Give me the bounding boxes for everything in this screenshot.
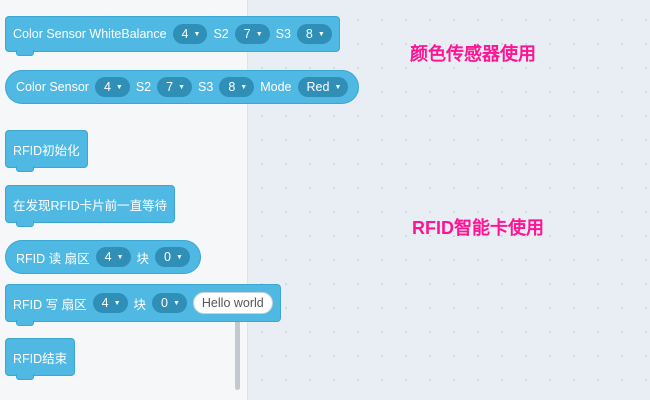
color-sensor-whitebalance-block[interactable]: Color Sensor WhiteBalance 4 ▼ S2 7 ▼ S3 8 ▼ — [5, 16, 340, 56]
rfid-write-block[interactable]: RFID 写 扇区 4 ▼ 块 0 ▼ Hello world — [5, 284, 281, 326]
pin-dropdown[interactable]: 4 ▼ — [172, 24, 208, 44]
block-label: 在发现RFID卡片前一直等待 — [13, 198, 168, 213]
sector-dropdown[interactable]: 4 ▼ — [95, 247, 131, 267]
s3-label: S3 — [198, 80, 214, 94]
pin-dropdown[interactable]: 4 ▼ — [94, 77, 130, 97]
caret-down-icon: ▼ — [116, 253, 124, 261]
block-label: RFID 读 扇区 — [16, 251, 90, 266]
s2-label: S2 — [135, 80, 152, 94]
mode-label: Mode — [260, 80, 292, 94]
write-text-input[interactable]: Hello world — [192, 292, 273, 314]
block-dropdown[interactable]: 0 ▼ — [155, 247, 190, 267]
rfid-end-block[interactable]: RFID结束 — [5, 338, 76, 380]
caret-down-icon: ▼ — [172, 299, 180, 307]
mode-dropdown[interactable]: Red ▼ — [297, 77, 349, 97]
caret-down-icon: ▼ — [178, 83, 186, 91]
caret-down-icon: ▼ — [113, 299, 121, 307]
block-label: RFID初始化 — [13, 143, 80, 158]
color-sensor-reporter-block[interactable]: Color Sensor 4 ▼ S2 7 ▼ S3 8 ▼ Mode Red ▼ — [5, 70, 360, 104]
caret-down-icon: ▼ — [255, 30, 263, 38]
s3-label: S3 — [275, 27, 291, 41]
block-label: Color Sensor — [16, 80, 89, 94]
annotation-color-sensor: 颜色传感器使用 — [410, 44, 536, 64]
caret-down-icon: ▼ — [317, 30, 325, 38]
block-label: RFID 写 扇区 — [13, 297, 87, 312]
rfid-read-block[interactable]: RFID 读 扇区 4 ▼ 块 0 ▼ — [5, 240, 201, 274]
block-index-label: 块 — [136, 251, 150, 266]
s3-dropdown[interactable]: 8 ▼ — [219, 77, 255, 97]
caret-down-icon: ▼ — [334, 83, 342, 91]
caret-down-icon: ▼ — [193, 30, 201, 38]
rfid-wait-card-block[interactable]: 在发现RFID卡片前一直等待 — [5, 185, 176, 227]
s2-dropdown[interactable]: 7 ▼ — [157, 77, 193, 97]
annotation-rfid: RFID智能卡使用 — [412, 218, 544, 238]
rfid-init-block[interactable]: RFID初始化 — [5, 130, 88, 172]
caret-down-icon: ▼ — [175, 253, 183, 261]
block-dropdown[interactable]: 0 ▼ — [152, 293, 187, 313]
block-label: RFID结束 — [13, 351, 68, 366]
caret-down-icon: ▼ — [115, 83, 123, 91]
s3-dropdown[interactable]: 8 ▼ — [296, 24, 332, 44]
block-label: Color Sensor WhiteBalance — [13, 27, 167, 41]
palette-scrollbar[interactable] — [235, 320, 240, 390]
sector-dropdown[interactable]: 4 ▼ — [92, 293, 128, 313]
block-index-label: 块 — [133, 297, 147, 312]
s2-dropdown[interactable]: 7 ▼ — [234, 24, 270, 44]
s2-label: S2 — [213, 27, 229, 41]
caret-down-icon: ▼ — [240, 83, 248, 91]
